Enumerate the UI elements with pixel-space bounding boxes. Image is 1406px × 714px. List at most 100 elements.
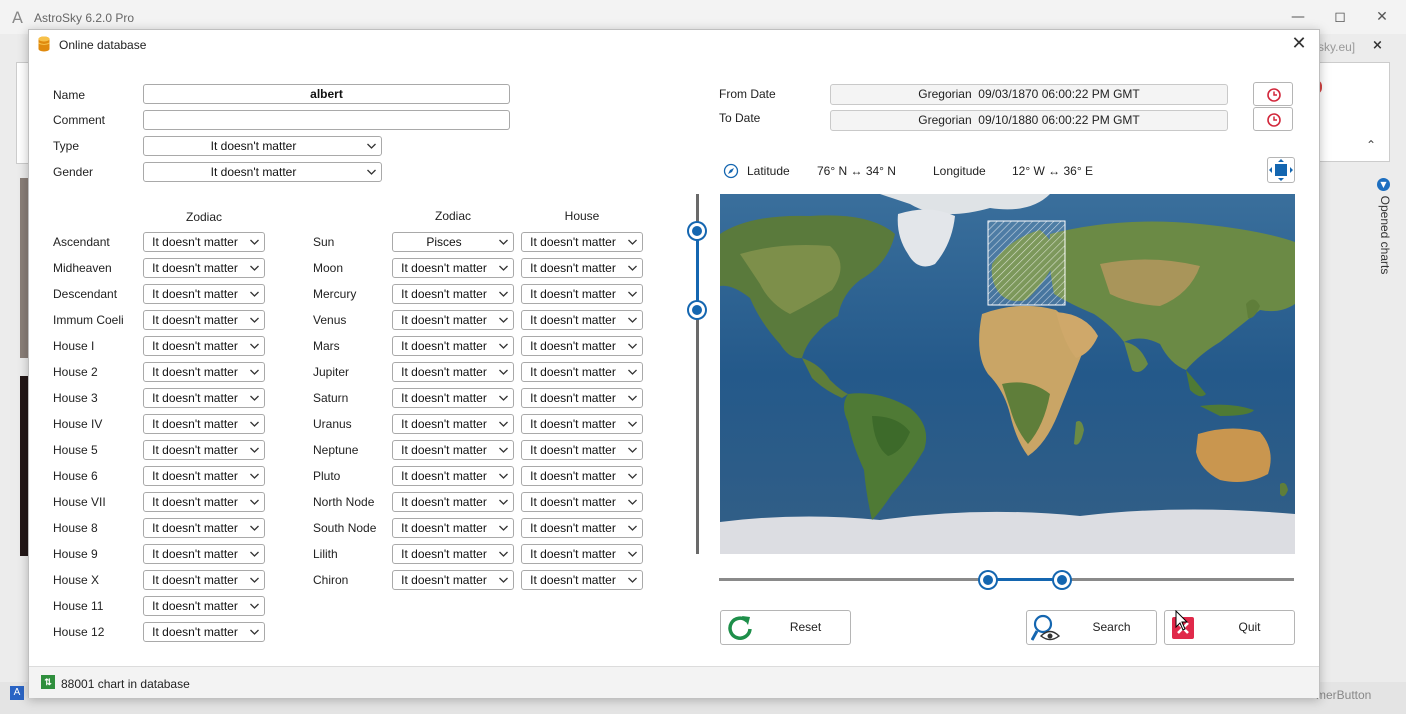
chevron-down-icon — [627, 521, 638, 535]
chevron-down-icon — [366, 165, 377, 179]
planet-label-jupiter: Jupiter — [313, 365, 350, 379]
planet-zodiac-select-lilith[interactable]: It doesn't matter — [392, 544, 514, 564]
search-eye-icon — [1031, 614, 1061, 641]
planet-house-select-uranus[interactable]: It doesn't matter — [521, 414, 643, 434]
planet-house-select-north-node[interactable]: It doesn't matter — [521, 492, 643, 512]
point-zodiac-select-house-11[interactable]: It doesn't matter — [143, 596, 265, 616]
latitude-range: 76° N ↔ 34° N — [817, 164, 896, 178]
planet-house-select-mercury[interactable]: It doesn't matter — [521, 284, 643, 304]
longitude-label: Longitude — [933, 164, 986, 178]
planets-house-header: House — [564, 209, 600, 223]
point-zodiac-select-house-6-value: It doesn't matter — [152, 469, 238, 483]
latitude-slider-bottom-handle[interactable] — [689, 302, 705, 318]
latitude-slider-range — [696, 230, 699, 310]
point-zodiac-select-house-6[interactable]: It doesn't matter — [143, 466, 265, 486]
to-date-label: To Date — [719, 111, 761, 125]
to-date-field[interactable]: Gregorian 09/10/1880 06:00:22 PM GMT — [830, 110, 1228, 131]
point-label-house-iv: House IV — [53, 417, 103, 431]
chevron-down-icon — [249, 261, 260, 275]
planet-house-select-uranus-value: It doesn't matter — [530, 417, 616, 431]
from-date-field[interactable]: Gregorian 09/03/1870 06:00:22 PM GMT — [830, 84, 1228, 105]
planet-zodiac-select-moon[interactable]: It doesn't matter — [392, 258, 514, 278]
planet-zodiac-select-venus[interactable]: It doesn't matter — [392, 310, 514, 330]
taskbar-app-icon[interactable]: A — [10, 686, 24, 700]
to-date-picker-button[interactable] — [1253, 107, 1293, 131]
chevron-down-icon — [249, 339, 260, 353]
expand-map-button[interactable] — [1267, 157, 1295, 183]
point-zodiac-select-immum-coeli-value: It doesn't matter — [152, 313, 238, 327]
point-zodiac-select-ascendant[interactable]: It doesn't matter — [143, 232, 265, 252]
point-zodiac-select-immum-coeli[interactable]: It doesn't matter — [143, 310, 265, 330]
planet-house-select-pluto[interactable]: It doesn't matter — [521, 466, 643, 486]
planet-zodiac-select-north-node[interactable]: It doesn't matter — [392, 492, 514, 512]
app-close-button[interactable]: ✕ — [1364, 6, 1400, 28]
planet-house-select-neptune[interactable]: It doesn't matter — [521, 440, 643, 460]
point-label-house-5: House 5 — [53, 443, 98, 457]
opened-charts-tab[interactable]: ▼ Opened charts — [1374, 176, 1394, 286]
dialog-close-button[interactable]: ✕ — [1287, 33, 1311, 55]
planet-zodiac-select-saturn-value: It doesn't matter — [401, 391, 487, 405]
planet-zodiac-select-north-node-value: It doesn't matter — [401, 495, 487, 509]
name-input[interactable]: albert — [143, 84, 510, 104]
taskbar-item[interactable]: merButton — [1316, 688, 1371, 702]
point-zodiac-select-house-x[interactable]: It doesn't matter — [143, 570, 265, 590]
from-date-picker-button[interactable] — [1253, 82, 1293, 106]
type-select[interactable]: It doesn't matter — [143, 136, 382, 156]
point-zodiac-select-house-5[interactable]: It doesn't matter — [143, 440, 265, 460]
planet-zodiac-select-sun[interactable]: Pisces — [392, 232, 514, 252]
world-map[interactable] — [720, 194, 1295, 554]
planet-house-select-lilith[interactable]: It doesn't matter — [521, 544, 643, 564]
maximize-button[interactable]: ◻ — [1322, 6, 1358, 28]
minimize-button[interactable]: — — [1280, 6, 1316, 28]
reset-button[interactable]: Reset — [720, 610, 851, 645]
chevron-down-icon — [249, 287, 260, 301]
planet-house-select-south-node[interactable]: It doesn't matter — [521, 518, 643, 538]
chevron-down-icon — [498, 547, 509, 561]
planet-zodiac-select-south-node[interactable]: It doesn't matter — [392, 518, 514, 538]
planet-zodiac-select-neptune[interactable]: It doesn't matter — [392, 440, 514, 460]
point-zodiac-select-house-vii[interactable]: It doesn't matter — [143, 492, 265, 512]
background-close-icon[interactable]: × — [1372, 38, 1383, 53]
point-zodiac-select-house-i[interactable]: It doesn't matter — [143, 336, 265, 356]
comment-input[interactable] — [143, 110, 510, 130]
planet-label-mercury: Mercury — [313, 287, 357, 301]
chevron-down-icon — [627, 391, 638, 405]
planet-house-select-mercury-value: It doesn't matter — [530, 287, 616, 301]
chevron-up-icon[interactable]: ⌃ — [1366, 138, 1376, 152]
planet-zodiac-select-mars[interactable]: It doesn't matter — [392, 336, 514, 356]
chevron-down-icon — [498, 443, 509, 457]
point-zodiac-select-house-3[interactable]: It doesn't matter — [143, 388, 265, 408]
chevron-down-icon — [249, 573, 260, 587]
longitude-slider-left-handle[interactable] — [980, 572, 996, 588]
point-zodiac-select-house-12[interactable]: It doesn't matter — [143, 622, 265, 642]
point-zodiac-select-house-8[interactable]: It doesn't matter — [143, 518, 265, 538]
planet-zodiac-select-uranus[interactable]: It doesn't matter — [392, 414, 514, 434]
planet-zodiac-select-saturn[interactable]: It doesn't matter — [392, 388, 514, 408]
planet-house-select-moon[interactable]: It doesn't matter — [521, 258, 643, 278]
gender-select[interactable]: It doesn't matter — [143, 162, 382, 182]
planet-zodiac-select-mercury[interactable]: It doesn't matter — [392, 284, 514, 304]
chevron-down-icon — [498, 261, 509, 275]
point-zodiac-select-descendant[interactable]: It doesn't matter — [143, 284, 265, 304]
planet-zodiac-select-jupiter[interactable]: It doesn't matter — [392, 362, 514, 382]
point-zodiac-select-midheaven[interactable]: It doesn't matter — [143, 258, 265, 278]
point-zodiac-select-house-iv[interactable]: It doesn't matter — [143, 414, 265, 434]
planet-house-select-chiron[interactable]: It doesn't matter — [521, 570, 643, 590]
planet-house-select-jupiter[interactable]: It doesn't matter — [521, 362, 643, 382]
chevron-down-icon — [249, 599, 260, 613]
planet-zodiac-select-chiron[interactable]: It doesn't matter — [392, 570, 514, 590]
point-zodiac-select-house-9[interactable]: It doesn't matter — [143, 544, 265, 564]
planet-house-select-mars[interactable]: It doesn't matter — [521, 336, 643, 356]
search-button[interactable]: Search — [1026, 610, 1157, 645]
latitude-slider-top-handle[interactable] — [689, 223, 705, 239]
point-zodiac-select-house-2[interactable]: It doesn't matter — [143, 362, 265, 382]
longitude-slider-right-handle[interactable] — [1054, 572, 1070, 588]
planet-house-select-sun[interactable]: It doesn't matter — [521, 232, 643, 252]
planet-zodiac-select-pluto[interactable]: It doesn't matter — [392, 466, 514, 486]
planet-house-select-venus[interactable]: It doesn't matter — [521, 310, 643, 330]
chevron-down-icon — [627, 443, 638, 457]
point-label-house-6: House 6 — [53, 469, 98, 483]
planet-house-select-saturn[interactable]: It doesn't matter — [521, 388, 643, 408]
selected-region[interactable] — [987, 220, 1066, 306]
longitude-range: 12° W ↔ 36° E — [1012, 164, 1093, 178]
